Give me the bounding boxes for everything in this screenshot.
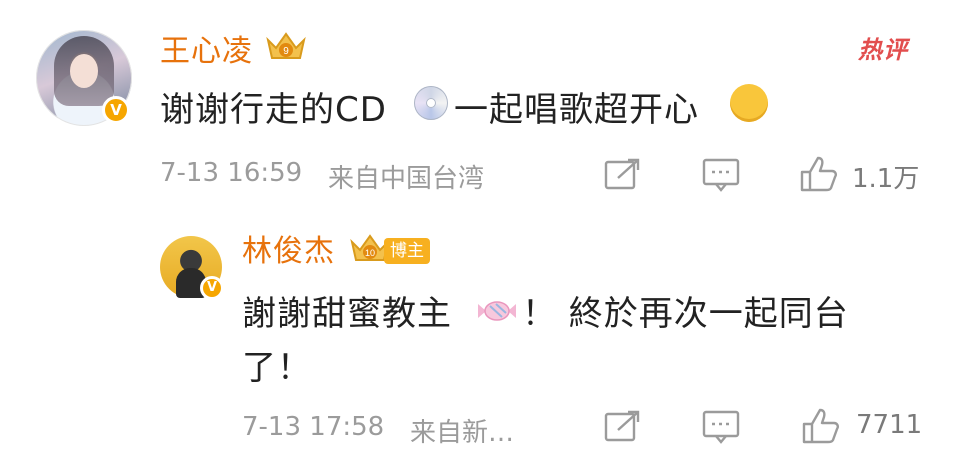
crown-badge-icon: 9 (266, 32, 306, 59)
reply-text-part1: 謝謝甜蜜教主 (242, 294, 452, 334)
share-icon[interactable] (604, 158, 640, 192)
comment-location: 来自中国台湾 (328, 164, 485, 194)
replier-avatar[interactable]: V (160, 236, 224, 300)
reply-like-count: 7711 (856, 410, 923, 440)
comment-text: 谢谢行走的CD (160, 82, 387, 131)
reply-text-part2: ！ 終於再次一起同台 (522, 294, 849, 334)
comment-icon[interactable] (702, 410, 740, 444)
comment-time: 7-13 16:59 (160, 158, 303, 188)
svg-text:9: 9 (283, 46, 289, 57)
share-icon[interactable] (604, 410, 640, 444)
candy-emoji-icon (478, 301, 516, 321)
reply-time: 7-13 17:58 (242, 412, 385, 442)
comment-text-part2: 一起唱歌超开心 (454, 90, 699, 130)
comment-like-count: 1.1万 (852, 164, 920, 194)
verified-badge-icon: V (200, 276, 224, 300)
svg-text:10: 10 (365, 248, 375, 258)
replier-name[interactable]: 林俊杰 (242, 226, 335, 270)
reply-location: 来自新… (410, 418, 515, 448)
reply-text-line2: 了！ (242, 348, 312, 388)
like-icon[interactable] (798, 156, 838, 192)
commenter-name[interactable]: 王心凌 (160, 26, 253, 70)
comment-text-part1: 谢谢行走的CD (160, 90, 387, 130)
party-face-emoji-icon (730, 84, 768, 122)
verified-badge-icon: V (102, 96, 130, 124)
cd-emoji-icon (414, 86, 448, 120)
blogger-badge: 博主 (384, 238, 430, 264)
like-icon[interactable] (800, 408, 840, 444)
commenter-avatar[interactable]: V (36, 30, 132, 126)
hot-comment-tag: 热评 (858, 36, 908, 64)
comment-icon[interactable] (702, 158, 740, 192)
